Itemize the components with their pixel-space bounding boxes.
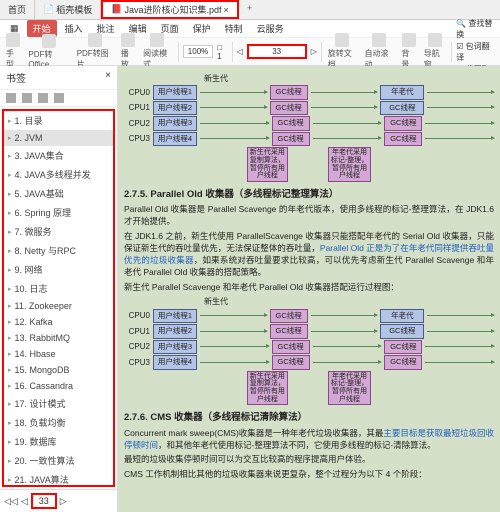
- diagram-1: 新生代CPU0用户线程1GC线程年老代CPU1用户线程2GC线程GC线程CPU2…: [124, 73, 494, 182]
- heading-275: 2.7.5. Parallel Old 收集器（多线程标记整理算法）: [124, 188, 494, 201]
- para-1: Parallel Old 收集器是 Parallel Scavenge 的年老代…: [124, 204, 494, 228]
- sidebar-title: 书签: [6, 70, 26, 85]
- para-4: Concurrent mark sweep(CMS)收集器是一种年老代垃圾收集器…: [124, 428, 494, 452]
- sidebar: 书签 × 1. 目录2. JVM3. JAVA集合4. JAVA多线程并发5. J…: [0, 66, 118, 512]
- toc-item[interactable]: 17. 设计模式: [4, 394, 113, 413]
- toc-item[interactable]: 3. JAVA集合: [4, 146, 113, 165]
- heading-276: 2.7.6. CMS 收集器（多线程标记清除算法）: [124, 411, 494, 424]
- toc-item[interactable]: 1. 目录: [4, 111, 113, 130]
- page-prev2-icon[interactable]: ◁: [21, 496, 28, 507]
- toc-item[interactable]: 19. 数据库: [4, 432, 113, 451]
- document-content: 新生代CPU0用户线程1GC线程年老代CPU1用户线程2GC线程GC线程CPU2…: [118, 66, 500, 512]
- tab-home[interactable]: 首页: [0, 0, 35, 19]
- tool-find[interactable]: 🔍 查找替换: [456, 18, 496, 40]
- toc-item[interactable]: 16. Cassandra: [4, 378, 113, 394]
- menu-special[interactable]: 特制: [219, 20, 249, 37]
- tool-rotate[interactable]: 旋转文档: [326, 33, 359, 70]
- tab-document[interactable]: 📕Java进阶核心知识集.pdf ×: [101, 0, 239, 19]
- sb-icon-2[interactable]: [22, 93, 32, 103]
- tool-autoscroll[interactable]: 自动滚动: [363, 33, 396, 70]
- toc-item[interactable]: 9. 网络: [4, 260, 113, 279]
- toc-item[interactable]: 6. Spring 原理: [4, 203, 113, 222]
- para-2: 在 JDK1.6 之前，新生代使用 ParallelScavenge 收集器只能…: [124, 231, 494, 279]
- toc-item[interactable]: 8. Netty 与RPC: [4, 241, 113, 260]
- sidebar-close-icon[interactable]: ×: [105, 70, 111, 85]
- tool-play[interactable]: 播放: [119, 33, 137, 70]
- tool-hand[interactable]: 手型: [4, 33, 22, 70]
- page-input[interactable]: 33: [247, 44, 307, 59]
- toc-item[interactable]: 20. 一致性算法: [4, 451, 113, 470]
- page-first-icon[interactable]: ◁◁: [4, 496, 18, 507]
- tab-wps[interactable]: 📄稻壳模板: [35, 0, 101, 19]
- tool-pdfimg[interactable]: PDF转图片: [75, 33, 115, 70]
- sb-icon-4[interactable]: [54, 93, 64, 103]
- toc-item[interactable]: 4. JAVA多线程并发: [4, 165, 113, 184]
- toc-item[interactable]: 15. MongoDB: [4, 362, 113, 378]
- toc-item[interactable]: 10. 日志: [4, 279, 113, 298]
- diagram-2: 新生代CPU0用户线程1GC线程年老代CPU1用户线程2GC线程GC线程CPU2…: [124, 296, 494, 405]
- page-next-icon[interactable]: ▷: [311, 47, 317, 56]
- tool-readmode[interactable]: 阅读模式: [141, 33, 174, 70]
- tool-pdfoffice[interactable]: PDF转Office: [26, 34, 70, 69]
- menu-cloud[interactable]: 云服务: [251, 20, 290, 37]
- toolbar: 手型 PDF转Office PDF转图片 播放 阅读模式 100% □ 1 ◁ …: [0, 38, 500, 66]
- page-prev-icon[interactable]: ◁: [237, 47, 243, 56]
- tool-bg[interactable]: 背景: [399, 33, 417, 70]
- toc-item[interactable]: 5. JAVA基础: [4, 184, 113, 203]
- sb-icon-1[interactable]: [6, 93, 16, 103]
- toc-item[interactable]: 14. Hbase: [4, 346, 113, 362]
- fit-toggle[interactable]: □ 1: [217, 43, 227, 61]
- tab-add[interactable]: +: [239, 0, 260, 19]
- sb-icon-3[interactable]: [38, 93, 48, 103]
- toc-item[interactable]: 12. Kafka: [4, 314, 113, 330]
- tool-nav[interactable]: 导航窗: [422, 33, 448, 70]
- toc-item[interactable]: 21. JAVA算法: [4, 470, 113, 487]
- menu-protect[interactable]: 保护: [187, 20, 217, 37]
- footer-page[interactable]: 33: [31, 493, 57, 509]
- tool-wrap[interactable]: ☑ 包词翻译: [456, 41, 496, 63]
- para-5: 最短的垃圾收集停顿时间可以为交互比较高的程序提高用户体验。: [124, 454, 494, 466]
- toc-item[interactable]: 13. RabbitMQ: [4, 330, 113, 346]
- page-next2-icon[interactable]: ▷: [60, 496, 67, 507]
- zoom-level[interactable]: 100%: [183, 45, 213, 58]
- para-6: CMS 工作机制相比其他的垃圾收集器来说更复杂，整个过程分为以下 4 个阶段：: [124, 469, 494, 481]
- toc-item[interactable]: 2. JVM: [4, 130, 113, 146]
- toc-item[interactable]: 7. 微服务: [4, 222, 113, 241]
- sidebar-footer: ◁◁ ◁ 33 ▷: [0, 489, 117, 512]
- toc-item[interactable]: 11. Zookeeper: [4, 298, 113, 314]
- toc-list: 1. 目录2. JVM3. JAVA集合4. JAVA多线程并发5. JAVA基…: [2, 109, 115, 487]
- toc-item[interactable]: 18. 负载均衡: [4, 413, 113, 432]
- para-3: 新生代 Parallel Scavenge 和年老代 Parallel Old …: [124, 282, 494, 294]
